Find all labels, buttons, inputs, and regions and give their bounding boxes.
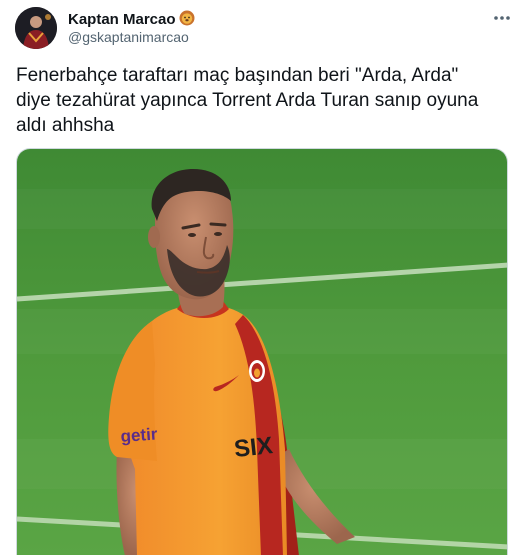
club-badge <box>249 360 265 382</box>
lion-face-emoji-icon <box>179 10 195 26</box>
tweet-photo[interactable]: getir SIX <box>16 148 508 555</box>
author-display-name[interactable]: Kaptan Marcao <box>68 11 176 28</box>
sponsor-six-text: SIX <box>233 432 274 463</box>
more-dots-icon <box>494 16 510 20</box>
author-name-row[interactable]: Kaptan Marcao <box>68 10 195 29</box>
tweet-text: Fenerbahçe taraftarı maç başından beri "… <box>16 65 479 136</box>
author-handle[interactable]: @gskaptanimarcao <box>68 29 189 46</box>
more-options-button[interactable] <box>488 8 516 28</box>
tweet-card: Kaptan Marcao @gskaptanimarcao Fenerbahç… <box>0 0 524 555</box>
avatar[interactable] <box>15 7 57 49</box>
football-player-photo: getir SIX <box>17 149 507 555</box>
sponsor-getir-text: getir <box>120 424 158 446</box>
avatar-image <box>15 7 57 49</box>
